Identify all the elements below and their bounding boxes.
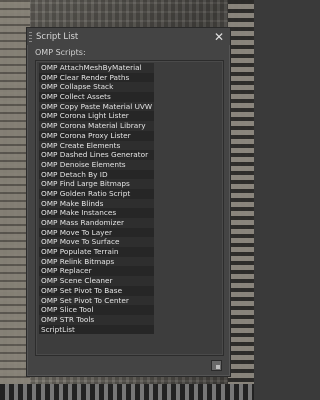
list-item[interactable]: OMP Denoise Elements <box>39 159 154 170</box>
window-titlebar[interactable]: Script List ✕ <box>27 28 230 45</box>
list-item[interactable]: OMP Clear Render Paths <box>39 72 154 83</box>
list-item[interactable]: OMP Mass Randomizer <box>39 218 154 228</box>
list-item[interactable]: OMP Copy Paste Material UVW <box>39 101 154 112</box>
list-item[interactable]: OMP Populate Terrain <box>39 247 154 257</box>
list-item[interactable]: OMP Relink Bitmaps <box>39 256 154 267</box>
scripts-listbox[interactable]: OMP AttachMeshByMaterial OMP Clear Render… <box>35 60 224 356</box>
list-item[interactable]: OMP Slice Tool <box>39 305 154 315</box>
list-item[interactable]: OMP Replacer <box>39 266 154 277</box>
list-item[interactable]: OMP Set Pivot To Base <box>39 285 154 296</box>
list-item[interactable]: OMP Corona Proxy Lister <box>39 130 154 141</box>
list-item[interactable]: OMP AttachMeshByMaterial <box>39 63 154 73</box>
window-title: Script List <box>36 31 79 42</box>
list-item[interactable]: OMP Find Large Bitmaps <box>39 179 154 189</box>
list-item[interactable]: OMP Move To Surface <box>39 237 154 248</box>
list-item[interactable]: ScriptList <box>39 324 154 335</box>
drag-grip-icon[interactable] <box>29 31 32 42</box>
script-list: OMP AttachMeshByMaterial OMP Clear Render… <box>39 63 154 335</box>
list-item[interactable]: OMP Scene Cleaner <box>39 276 154 286</box>
list-item[interactable]: OMP Make Instances <box>39 208 154 218</box>
list-item[interactable]: OMP Golden Ratio Script <box>39 188 154 199</box>
close-icon[interactable]: ✕ <box>213 31 225 43</box>
list-item[interactable]: OMP STR Tools <box>39 314 154 325</box>
resize-grip-icon[interactable] <box>211 360 222 371</box>
list-item[interactable]: OMP Collapse Stack <box>39 82 154 93</box>
list-item[interactable]: OMP Detach By ID <box>39 169 154 180</box>
background-ground <box>0 384 254 400</box>
list-item[interactable]: OMP Create Elements <box>39 140 154 151</box>
list-item[interactable]: OMP Corona Light Lister <box>39 111 154 122</box>
script-list-window: Script List ✕ OMP Scripts: OMP AttachMes… <box>26 27 231 377</box>
list-item[interactable]: OMP Corona Material Library <box>39 121 154 131</box>
list-item[interactable]: OMP Move To Layer <box>39 227 154 238</box>
scripts-section-label: OMP Scripts: <box>35 48 86 57</box>
list-item[interactable]: OMP Set Pivot To Center <box>39 295 154 306</box>
list-item[interactable]: OMP Dashed Lines Generator <box>39 150 154 160</box>
list-item[interactable]: OMP Collect Assets <box>39 92 154 102</box>
background-building-right <box>228 0 254 400</box>
list-item[interactable]: OMP Make Blinds <box>39 198 154 209</box>
